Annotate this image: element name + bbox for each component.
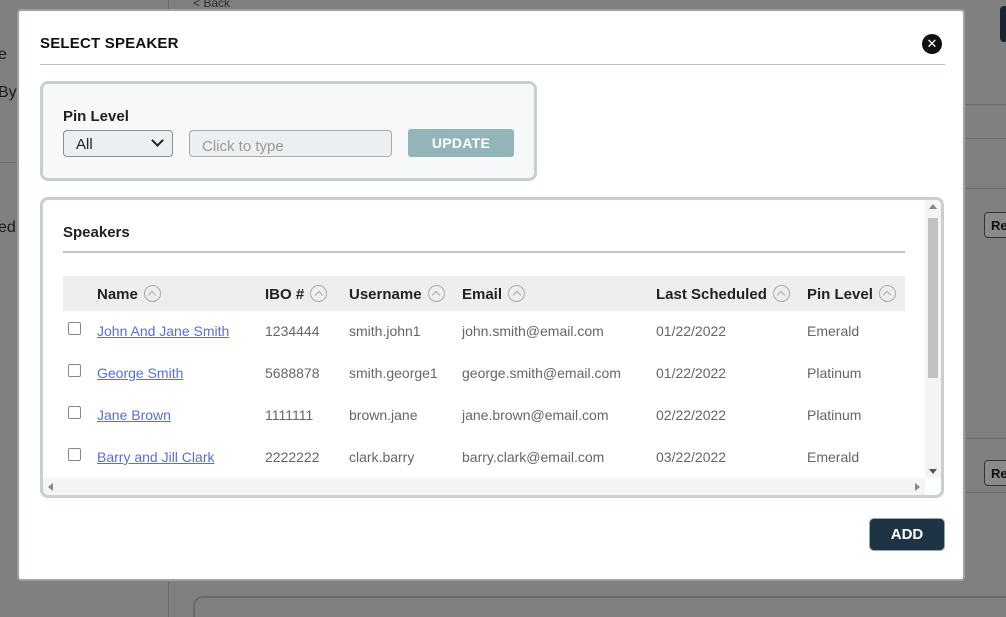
email-cell: john.smith@email.com (462, 323, 604, 339)
search-input[interactable] (189, 130, 392, 157)
sort-icon[interactable] (427, 285, 445, 302)
column-label: Email (462, 286, 503, 303)
speaker-name-link[interactable]: Barry and Jill Clark (97, 449, 214, 465)
bg-panel (193, 596, 1006, 617)
bg-rule (966, 104, 1006, 105)
bg-text-fragment: By (0, 84, 17, 101)
username-cell: smith.john1 (349, 323, 421, 339)
bg-text-fragment: e (0, 46, 7, 63)
table-row: George Smith 5688878 smith.george1 georg… (63, 353, 905, 395)
select-speaker-modal: SELECT SPEAKER ✕ Pin Level All UPDATE Sp… (17, 9, 965, 581)
column-header-name[interactable]: Name (97, 285, 161, 303)
username-cell: clark.barry (349, 449, 415, 465)
column-header-ibo[interactable]: IBO # (265, 285, 328, 303)
scroll-down-icon[interactable] (929, 469, 937, 474)
scroll-right-icon[interactable] (915, 483, 920, 491)
row-checkbox[interactable] (68, 364, 81, 377)
row-checkbox[interactable] (68, 448, 81, 461)
row-checkbox[interactable] (68, 322, 81, 335)
chevron-down-icon (151, 134, 164, 147)
pin-level-selected-value: All (76, 136, 93, 153)
bg-right-button: Re (984, 460, 1006, 486)
column-label: IBO # (265, 286, 305, 303)
column-header-last-scheduled[interactable]: Last Scheduled (656, 285, 790, 303)
ibo-cell: 1111111 (265, 407, 314, 423)
speaker-name-link[interactable]: John And Jane Smith (97, 323, 229, 339)
email-cell: george.smith@email.com (462, 365, 621, 381)
table-header: Name IBO # Username Email Last Scheduled… (63, 276, 905, 311)
last-scheduled-cell: 03/22/2022 (656, 449, 727, 465)
pin-level-cell: Platinum (807, 365, 862, 381)
add-button[interactable]: ADD (869, 518, 945, 551)
table-row: Barry and Jill Clark 2222222 clark.barry… (63, 437, 905, 479)
filter-panel: Pin Level All UPDATE (40, 81, 537, 181)
scroll-thumb[interactable] (928, 218, 938, 378)
pin-level-label: Pin Level (63, 108, 129, 125)
bg-dark-button (1000, 6, 1006, 42)
speakers-divider (63, 251, 905, 253)
pin-level-cell: Platinum (807, 407, 862, 423)
close-icon[interactable]: ✕ (922, 34, 942, 54)
scroll-left-icon[interactable] (48, 483, 53, 491)
speaker-name-link[interactable]: George Smith (97, 365, 183, 381)
scroll-up-icon[interactable] (929, 204, 937, 209)
bg-text-fragment: ed (0, 219, 16, 236)
speaker-name-link[interactable]: Jane Brown (97, 407, 171, 423)
horizontal-scrollbar[interactable] (43, 478, 925, 495)
column-header-email[interactable]: Email (462, 285, 526, 303)
column-header-pin-level[interactable]: Pin Level (807, 285, 896, 303)
username-cell: smith.george1 (349, 365, 438, 381)
sort-icon[interactable] (143, 285, 161, 302)
ibo-cell: 5688878 (265, 365, 320, 381)
modal-title: SELECT SPEAKER (40, 35, 179, 52)
table-row: Jane Brown 1111111 brown.jane jane.brown… (63, 395, 905, 437)
column-label: Last Scheduled (656, 286, 767, 303)
sort-icon[interactable] (310, 285, 328, 302)
table-row: John And Jane Smith 1234444 smith.john1 … (63, 311, 905, 353)
bg-rule (966, 138, 1006, 139)
sort-icon[interactable] (508, 285, 526, 302)
bg-right-button: Re (984, 212, 1006, 238)
email-cell: jane.brown@email.com (462, 407, 609, 423)
update-button[interactable]: UPDATE (408, 129, 514, 157)
row-checkbox[interactable] (68, 406, 81, 419)
ibo-cell: 1234444 (265, 323, 320, 339)
vertical-scrollbar[interactable] (925, 200, 941, 478)
pin-level-select[interactable]: All (63, 130, 173, 157)
email-cell: barry.clark@email.com (462, 449, 605, 465)
last-scheduled-cell: 01/22/2022 (656, 323, 727, 339)
pin-level-cell: Emerald (807, 323, 860, 339)
column-label: Pin Level (807, 286, 873, 303)
title-divider (40, 64, 945, 65)
bg-rule (966, 188, 1006, 189)
column-label: Name (97, 286, 138, 303)
username-cell: brown.jane (349, 407, 418, 423)
speakers-panel: Speakers Name IBO # Username Email Last … (40, 197, 944, 498)
column-label: Username (349, 286, 422, 303)
bg-rule (966, 438, 1006, 439)
pin-level-cell: Emerald (807, 449, 860, 465)
sort-icon[interactable] (772, 285, 790, 302)
bg-rule (966, 492, 1006, 493)
column-header-username[interactable]: Username (349, 285, 445, 303)
ibo-cell: 2222222 (265, 449, 320, 465)
last-scheduled-cell: 02/22/2022 (656, 407, 727, 423)
sort-icon[interactable] (878, 285, 896, 302)
speakers-title: Speakers (63, 224, 130, 241)
last-scheduled-cell: 01/22/2022 (656, 365, 727, 381)
